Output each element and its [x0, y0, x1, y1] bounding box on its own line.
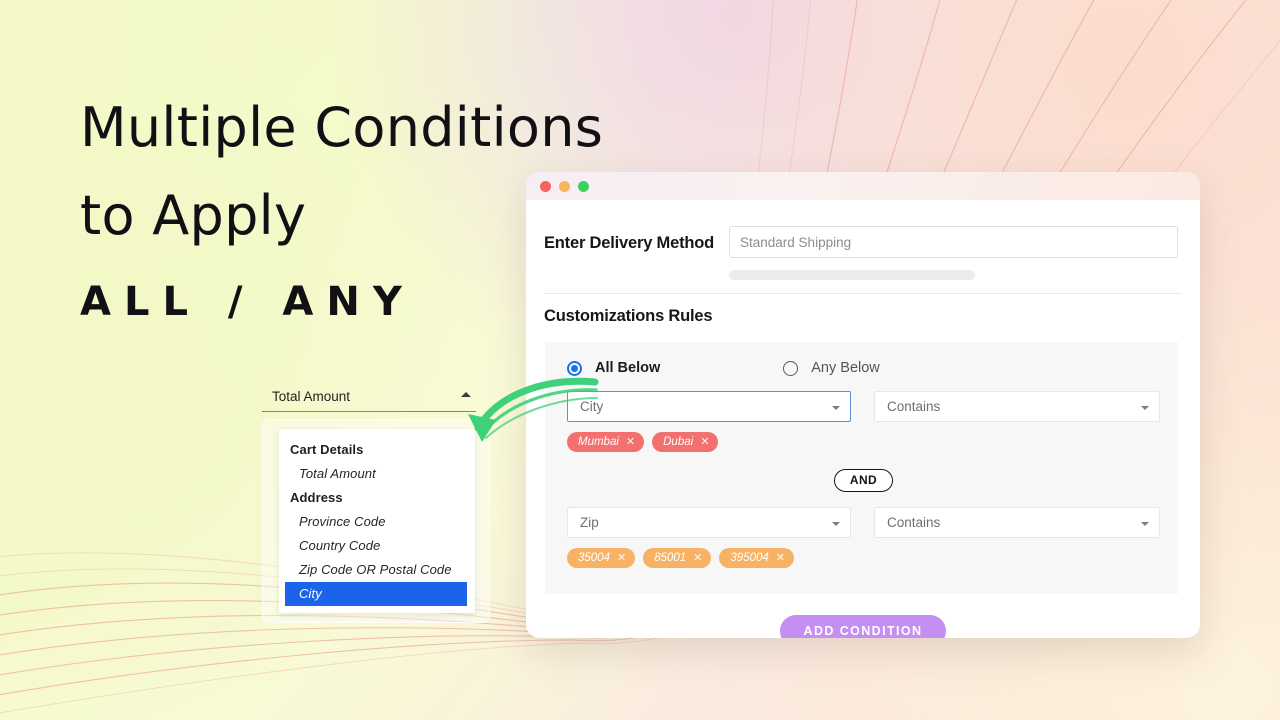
field-dropdown-widget[interactable]: Total Amount Cart Details Total Amount A…	[262, 382, 490, 623]
close-x-icon[interactable]: ✕	[693, 552, 702, 564]
headline-block: Multiple Conditions to Apply ALL / ANY	[80, 84, 603, 344]
radio-selected-icon[interactable]	[567, 360, 582, 376]
condition-operator-select[interactable]: Contains	[874, 391, 1160, 422]
condition-joiner-wrap: AND	[567, 469, 1160, 492]
value-tag[interactable]: Mumbai ✕	[567, 432, 645, 452]
close-x-icon[interactable]: ✕	[626, 436, 635, 448]
close-x-icon[interactable]: ✕	[700, 436, 709, 448]
joiner-and-badge[interactable]: AND	[833, 469, 894, 492]
add-condition-wrap: ADD CONDITION	[526, 615, 1200, 638]
condition-field-select[interactable]: Zip	[567, 507, 851, 538]
condition-operator-value: Contains	[887, 399, 941, 414]
radio-any-below[interactable]: Any Below	[783, 360, 880, 376]
value-tag-label: Dubai	[663, 436, 694, 448]
condition-operator-value: Contains	[887, 515, 941, 530]
headline-line-2: to Apply	[80, 184, 307, 247]
condition-field-select[interactable]: City	[567, 391, 851, 422]
field-dropdown-select[interactable]: Total Amount	[262, 382, 476, 412]
condition-value-tags: 35004 ✕ 85001 ✕ 395004 ✕	[567, 548, 1160, 568]
dropdown-group-label: Address	[290, 490, 343, 505]
dropdown-option-city[interactable]: City	[285, 582, 467, 606]
close-x-icon[interactable]: ✕	[776, 552, 785, 564]
value-tag[interactable]: 35004 ✕	[567, 548, 636, 568]
dropdown-option-total-amount[interactable]: Total Amount	[279, 462, 475, 486]
condition-row: Zip Contains	[567, 507, 1160, 538]
delivery-method-right: Standard Shipping	[729, 226, 1178, 280]
delivery-method-row: Enter Delivery Method Standard Shipping	[526, 200, 1200, 280]
dropdown-option-province-code[interactable]: Province Code	[279, 510, 475, 534]
delivery-method-label: Enter Delivery Method	[544, 234, 715, 252]
chevron-down-icon[interactable]	[1141, 522, 1149, 526]
radio-all-below[interactable]: All Below	[567, 360, 660, 376]
field-dropdown-menu[interactable]: Cart Details Total Amount Address Provin…	[279, 429, 475, 613]
close-x-icon[interactable]: ✕	[617, 552, 626, 564]
value-tag-label: Mumbai	[578, 436, 619, 448]
value-tag[interactable]: Dubai ✕	[652, 432, 719, 452]
radio-inner-dot	[571, 364, 578, 372]
condition-field-value: Zip	[580, 515, 599, 530]
field-dropdown-outer-frame: Cart Details Total Amount Address Provin…	[262, 419, 490, 623]
minimize-dot-icon[interactable]	[559, 180, 570, 192]
add-condition-button[interactable]: ADD CONDITION	[779, 615, 947, 638]
condition-value-tags: Mumbai ✕ Dubai ✕	[567, 432, 1160, 452]
radio-all-below-label: All Below	[595, 360, 661, 376]
delivery-method-input[interactable]: Standard Shipping	[729, 226, 1178, 258]
radio-any-below-label: Any Below	[811, 360, 880, 376]
window-titlebar	[526, 172, 1200, 200]
chevron-down-icon[interactable]	[1141, 406, 1149, 410]
condition-field-value: City	[580, 399, 604, 414]
maximize-dot-icon[interactable]	[578, 180, 589, 192]
condition-row: City Contains	[567, 391, 1160, 422]
app-window-card: Enter Delivery Method Standard Shipping …	[526, 172, 1200, 638]
value-tag-label: 395004	[730, 552, 769, 564]
chevron-down-icon[interactable]	[832, 406, 840, 410]
delivery-method-input-placeholder: Standard Shipping	[740, 234, 852, 250]
headline-line-1: Multiple Conditions	[80, 96, 604, 159]
dropdown-option-zip-code[interactable]: Zip Code OR Postal Code	[279, 558, 475, 582]
close-dot-icon[interactable]	[540, 180, 551, 192]
loading-skeleton-bar	[729, 270, 976, 280]
value-tag[interactable]: 85001 ✕	[643, 548, 712, 568]
field-dropdown-selected-value: Total Amount	[272, 389, 351, 404]
chevron-down-icon[interactable]	[832, 522, 840, 526]
app-card-body: Enter Delivery Method Standard Shipping …	[526, 200, 1200, 638]
dropdown-option-country-code[interactable]: Country Code	[279, 534, 475, 558]
value-tag-label: 85001	[654, 552, 687, 564]
value-tag[interactable]: 395004 ✕	[719, 548, 794, 568]
customizations-rules-title: Customizations Rules	[544, 307, 713, 325]
radio-unselected-icon[interactable]	[783, 360, 799, 376]
dropdown-group-label: Cart Details	[290, 442, 364, 457]
condition-operator-select[interactable]: Contains	[874, 507, 1160, 538]
match-mode-radio-row: All Below Any Below	[567, 360, 1160, 376]
headline-line-3: ALL / ANY	[80, 279, 415, 325]
rules-panel: All Below Any Below City Contains Mumbai…	[545, 342, 1178, 594]
chevron-up-icon[interactable]	[461, 392, 471, 397]
value-tag-label: 35004	[578, 552, 610, 564]
